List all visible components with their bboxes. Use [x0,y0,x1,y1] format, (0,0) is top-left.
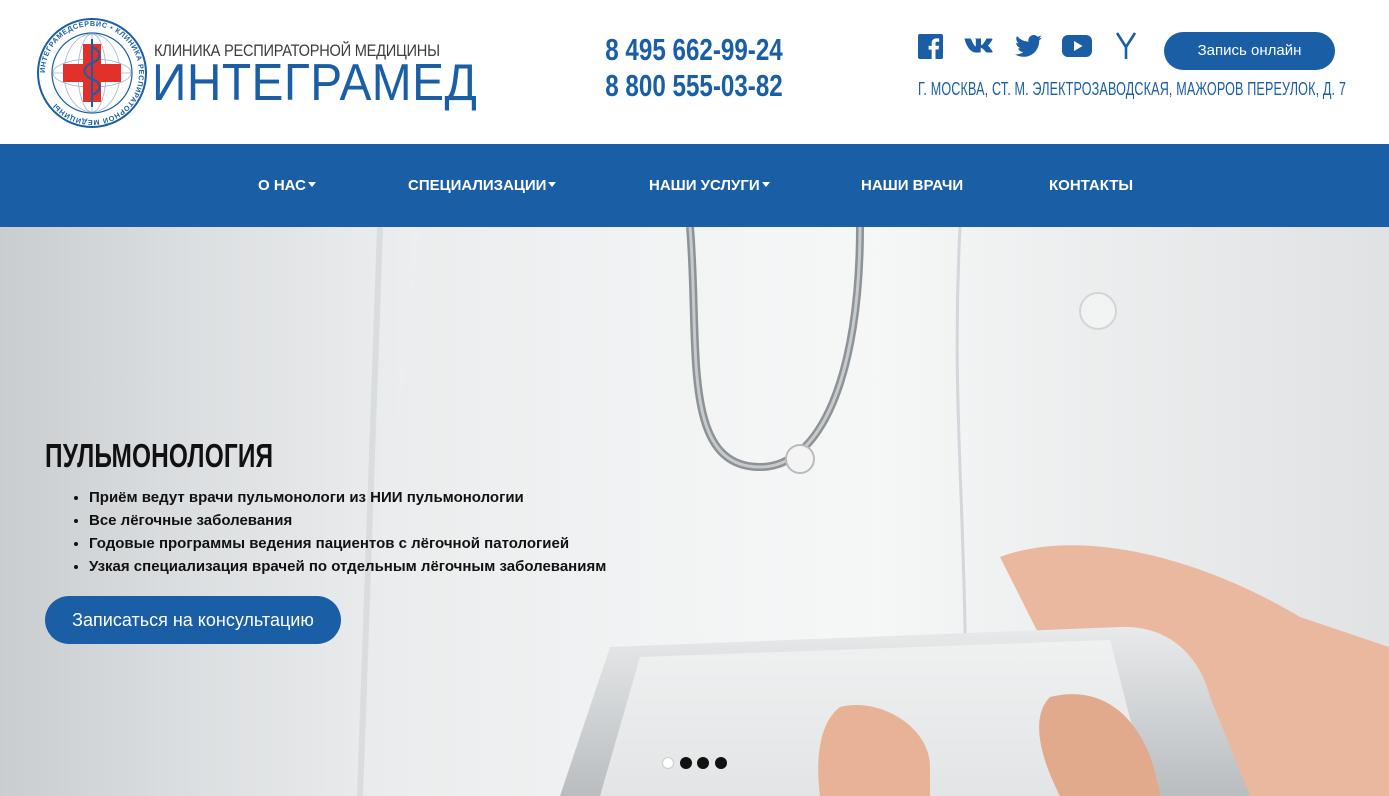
list-item: Узкая специализация врачей по отдельным … [89,555,606,578]
main-nav: О нас Специализации Наши услуги Наши вра… [0,144,1389,227]
slide-dot-1[interactable] [662,757,674,769]
hero-slider: ПУЛЬМОНОЛОГИЯ Приём ведут врачи пульмоно… [0,227,1389,796]
book-consultation-button[interactable]: Записаться на консультацию [45,596,341,644]
slide-dot-3[interactable] [697,757,709,769]
phone-block: 8 495 662-99-24 8 800 555-03-82 [580,32,808,104]
nav-item-specializations[interactable]: Специализации [408,144,557,227]
clinic-address[interactable]: г. Москва, ст. м. Электрозаводская, Мажо… [914,77,1346,101]
nav-label: О нас [258,177,306,194]
nav-label: Наши врачи [861,177,964,194]
caret-down-icon [548,182,557,187]
yandex-icon[interactable] [1108,29,1144,63]
social-links [912,28,1157,64]
caret-down-icon [307,182,316,187]
list-item: Все лёгочные заболевания [89,509,606,532]
nav-label: Контакты [1049,177,1134,194]
slide-bullet-list: Приём ведут врачи пульмонологи из НИИ пу… [71,486,606,578]
nav-item-services[interactable]: Наши услуги [649,144,770,227]
slide-dot-2[interactable] [679,757,692,769]
nav-label: Наши услуги [649,177,760,194]
phone-link-2[interactable]: 8 800 555-03-82 [605,68,783,104]
clinic-seal-logo[interactable]: ИНТЕГРАМЕДСЕРВИС • КЛИНИКА РЕСПИРАТОРНОЙ… [36,17,148,129]
nav-item-contacts[interactable]: Контакты [1049,144,1133,227]
list-item: Приём ведут врачи пульмонологи из НИИ пу… [89,486,606,509]
twitter-icon[interactable] [1010,29,1046,63]
book-online-button[interactable]: Запись онлайн [1164,32,1335,70]
phone-link-1[interactable]: 8 495 662-99-24 [605,32,783,68]
facebook-icon[interactable] [912,29,948,63]
slide-dot-4[interactable] [714,757,727,769]
clinic-name[interactable]: ИНТЕГРАМЕД [152,55,477,111]
slider-indicators [662,757,732,769]
slide-title: ПУЛЬМОНОЛОГИЯ [45,437,274,474]
youtube-icon[interactable] [1059,29,1095,63]
address-text: г. Москва, ст. м. Электрозаводская, Мажо… [918,78,1346,99]
list-item: Годовые программы ведения пациентов с лё… [89,532,606,555]
site-header: ИНТЕГРАМЕДСЕРВИС • КЛИНИКА РЕСПИРАТОРНОЙ… [0,0,1389,144]
vk-icon[interactable] [961,29,997,63]
nav-label: Специализации [408,177,547,194]
nav-item-doctors[interactable]: Наши врачи [861,144,963,227]
nav-item-about[interactable]: О нас [258,144,316,227]
caret-down-icon [761,182,770,187]
